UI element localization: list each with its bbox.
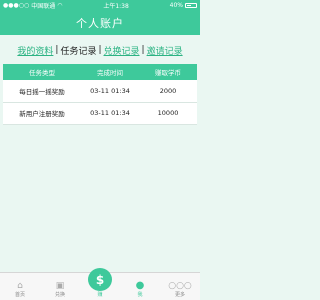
more-icon: ○○○ (168, 281, 192, 291)
task-type-cell: 新用户注册奖励 (3, 102, 81, 125)
wifi-icon: ◠ (57, 1, 63, 9)
nav-me-label: 我 (137, 292, 143, 298)
user-icon: ● (135, 280, 145, 291)
nav-me[interactable]: ● 我 (120, 274, 160, 300)
column-header-completion-time: 完成时间 (81, 64, 139, 80)
dollar-icon: $ (88, 268, 112, 291)
table-row: 新用户注册奖励 03-11 01:34 10000 (3, 102, 197, 125)
status-time: 上午1:38 (103, 2, 129, 10)
bottom-nav: ⌂ 首页 ▣ 兑换 $ 赚 ● 我 ○○○ 更多 (0, 268, 200, 300)
completion-time-cell: 03-11 01:34 (81, 102, 139, 125)
nav-home-label: 首页 (14, 292, 25, 298)
tab-separator: | (98, 45, 102, 55)
table-header-row: 任务类型 完成时间 赚取学币 (3, 64, 197, 80)
page-title: 个人账户 (76, 16, 124, 30)
tab-bar: 我的资料 | 任务记录 | 兑换记录 | 邀请记录 (0, 42, 200, 58)
tab-task-records[interactable]: 任务记录 (60, 44, 96, 57)
battery-percent: 40% (169, 1, 183, 9)
tab-exchange-records[interactable]: 兑换记录 (104, 44, 140, 57)
home-icon: ⌂ (17, 281, 23, 291)
nav-exchange-label: 兑换 (54, 292, 65, 298)
nav-more[interactable]: ○○○ 更多 (160, 274, 200, 300)
nav-more-label: 更多 (174, 292, 185, 298)
status-bar: ●●●○○ 中国联通 ◠ 上午1:38 40% (0, 0, 200, 10)
task-records-table: 任务类型 完成时间 赚取学币 每日摇一摇奖励 03-11 01:34 2000 … (3, 64, 197, 125)
coins-earned-cell: 10000 (139, 102, 197, 125)
nav-earn[interactable]: $ 赚 (80, 268, 120, 300)
nav-exchange[interactable]: ▣ 兑换 (40, 274, 80, 300)
nav-bar: 个人账户 (0, 10, 200, 35)
nav-earn-label: 赚 (97, 292, 103, 298)
column-header-task-type: 任务类型 (3, 64, 81, 80)
gift-icon: ▣ (55, 281, 65, 291)
table-row: 每日摇一摇奖励 03-11 01:34 2000 (3, 80, 197, 103)
coins-earned-cell: 2000 (139, 80, 197, 103)
battery-icon (185, 2, 197, 8)
tab-separator: | (55, 45, 59, 55)
status-right: 40% (170, 2, 197, 9)
column-header-coins-earned: 赚取学币 (139, 64, 197, 80)
nav-home[interactable]: ⌂ 首页 (0, 274, 40, 300)
status-left: ●●●○○ 中国联通 ◠ (3, 1, 62, 10)
signal-icon: ●●●○○ (3, 1, 30, 9)
tab-my-profile[interactable]: 我的资料 (17, 44, 53, 57)
task-type-cell: 每日摇一摇奖励 (3, 80, 81, 103)
tab-separator: | (141, 45, 145, 55)
completion-time-cell: 03-11 01:34 (81, 80, 139, 103)
tab-invite-records[interactable]: 邀请记录 (147, 44, 183, 57)
carrier-label: 中国联通 (31, 2, 56, 10)
